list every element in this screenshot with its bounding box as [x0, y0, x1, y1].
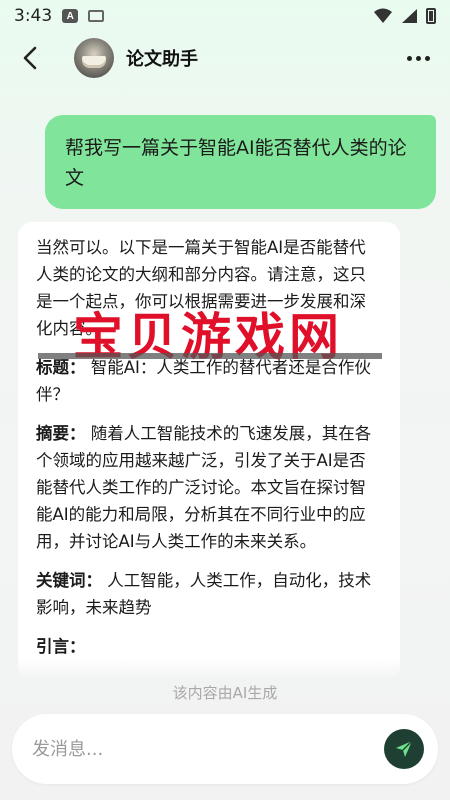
- ai-keywords-paragraph: 关键词： 人工智能，人类工作，自动化，技术影响，未来趋势: [36, 567, 382, 621]
- back-button[interactable]: [14, 42, 46, 74]
- ai-message-card: 当然可以。以下是一篇关于智能AI是否能替代人类的论文的大纲和部分内容。请注意，这…: [18, 222, 400, 680]
- scroll-fade: [18, 658, 400, 680]
- abstract-label: 摘要：: [36, 424, 86, 443]
- wifi-icon: [374, 8, 392, 23]
- ai-abstract-paragraph: 摘要： 随着人工智能技术的飞速发展，其在各个领域的应用越来越广泛，引发了关于AI…: [36, 420, 382, 555]
- chat-header: 论文助手: [0, 32, 450, 84]
- battery-icon: [426, 8, 436, 24]
- chat-title: 论文助手: [126, 49, 198, 70]
- signal-icon: [402, 9, 417, 23]
- more-dot-icon: [425, 55, 430, 61]
- send-button[interactable]: [384, 729, 424, 769]
- title-text: 智能AI：人类工作的替代者还是合作伙伴？: [36, 358, 371, 404]
- message-input-bar: [12, 714, 438, 784]
- message-input[interactable]: [30, 737, 384, 761]
- user-message-bubble: 帮我写一篇关于智能AI能否替代人类的论文: [45, 115, 436, 209]
- status-time: 3:43: [14, 6, 53, 26]
- notification-icon: A: [62, 9, 79, 23]
- ai-intro-paragraph: 当然可以。以下是一篇关于智能AI是否能替代人类的论文的大纲和部分内容。请注意，这…: [36, 238, 366, 338]
- more-dot-icon: [416, 55, 421, 61]
- more-dot-icon: [407, 55, 412, 61]
- send-icon: [396, 740, 413, 757]
- user-message-text: 帮我写一篇关于智能AI能否替代人类的论文: [65, 137, 407, 189]
- keyboard-icon: [88, 10, 105, 22]
- chevron-left-icon: [23, 46, 37, 70]
- status-right: [374, 8, 436, 24]
- intro-section-label: 引言：: [36, 637, 86, 656]
- keywords-label: 关键词：: [36, 571, 102, 590]
- status-left: 3:43 A: [14, 6, 105, 26]
- ai-generated-note: 该内容由AI生成: [172, 684, 278, 702]
- status-bar: 3:43 A: [0, 0, 450, 32]
- abstract-text: 随着人工智能技术的飞速发展，其在各个领域的应用越来越广泛，引发了关于AI是否能替…: [36, 424, 372, 551]
- ai-next-section: 引言：: [36, 633, 382, 660]
- more-options-button[interactable]: [401, 50, 436, 67]
- title-label: 标题：: [36, 358, 86, 377]
- ai-title-paragraph: 标题： 智能AI：人类工作的替代者还是合作伙伴？: [36, 354, 382, 408]
- assistant-avatar[interactable]: [74, 38, 114, 78]
